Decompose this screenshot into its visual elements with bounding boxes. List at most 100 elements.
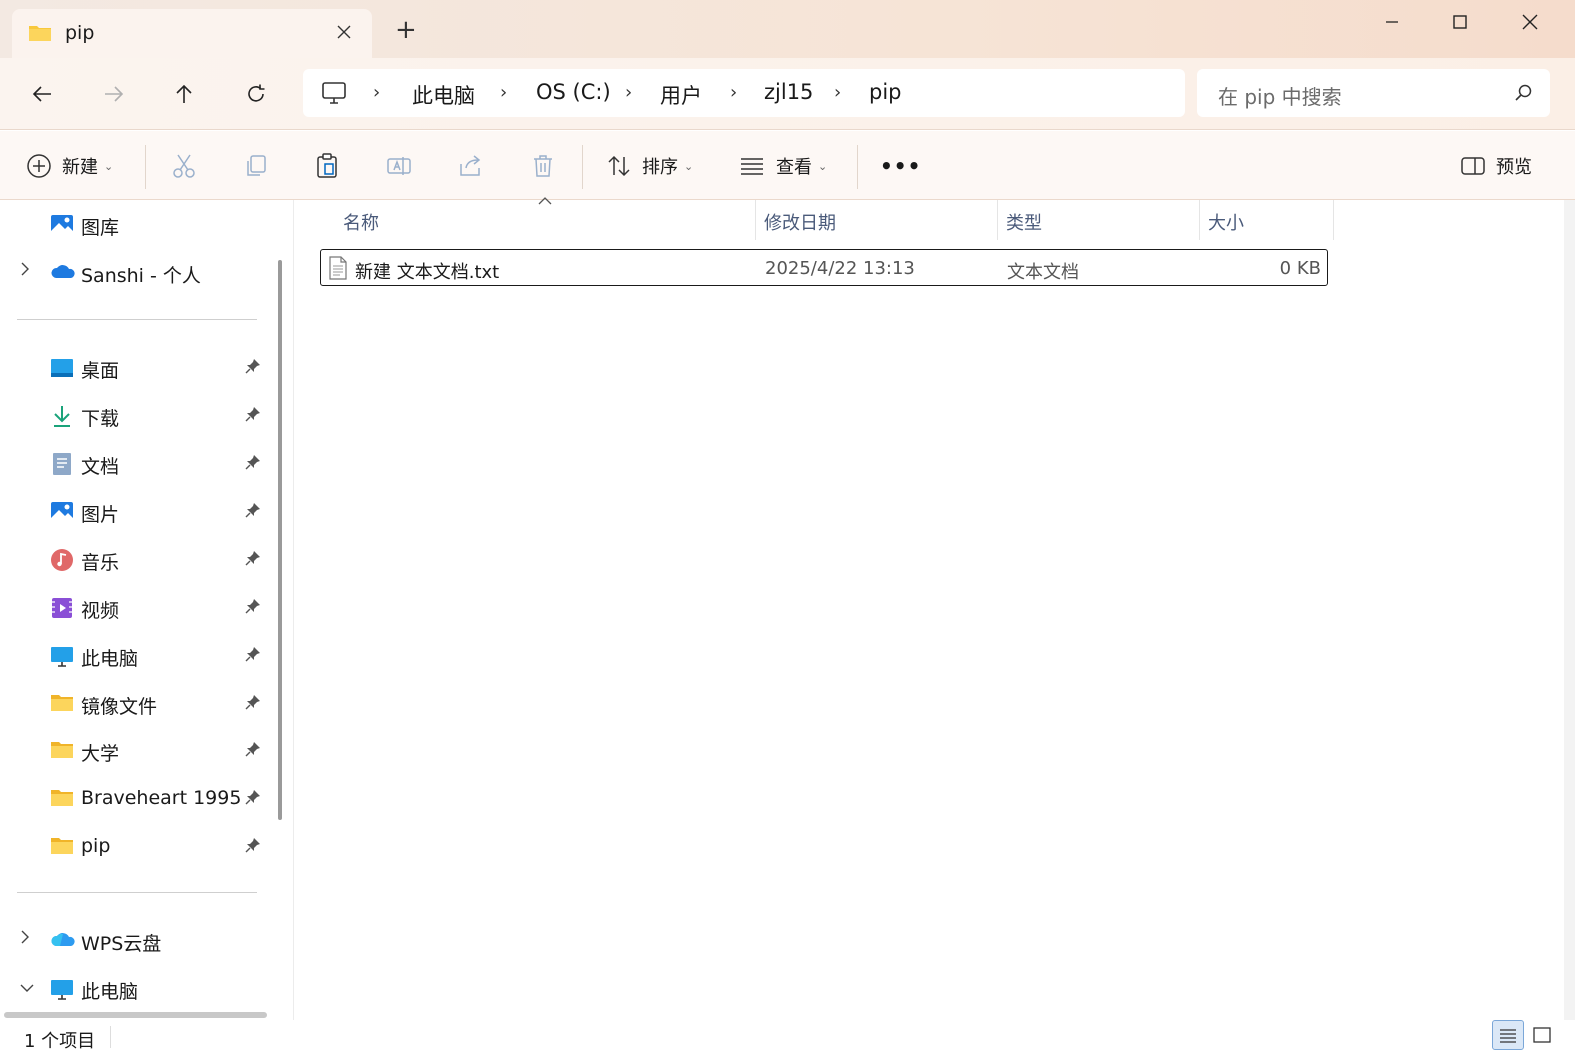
pin-icon[interactable]	[245, 837, 261, 857]
pin-icon[interactable]	[245, 406, 261, 426]
pin-icon[interactable]	[245, 789, 261, 809]
back-button[interactable]	[24, 76, 60, 112]
sidebar-item-documents[interactable]: 文档	[0, 443, 270, 483]
pin-icon[interactable]	[245, 741, 261, 761]
close-window-button[interactable]	[1510, 8, 1550, 36]
list-view-icon	[741, 158, 763, 175]
sidebar-item-pictures[interactable]: 图片	[0, 491, 270, 531]
view-button[interactable]: 查看 ⌄	[738, 151, 827, 181]
sidebar-item-desktop[interactable]: 桌面	[0, 347, 270, 387]
column-header-name[interactable]: 名称	[343, 209, 379, 235]
sidebar-item-gallery[interactable]: 图库	[0, 204, 270, 244]
tiles-view-button[interactable]	[1526, 1020, 1558, 1050]
pin-icon[interactable]	[245, 358, 261, 378]
column-divider[interactable]	[1333, 200, 1334, 240]
breadcrumb-users[interactable]: 用户	[660, 80, 702, 110]
sidebar-scrollbar[interactable]	[278, 260, 282, 820]
breadcrumb-separator: ›	[500, 82, 508, 103]
paste-button[interactable]	[313, 151, 341, 181]
search-box[interactable]: 在 pip 中搜索	[1197, 69, 1550, 117]
minimize-button[interactable]	[1372, 8, 1412, 36]
tiles-view-icon	[1533, 1027, 1551, 1043]
refresh-button[interactable]	[238, 76, 274, 112]
sort-icon	[608, 155, 630, 177]
more-options-button[interactable]: •••	[880, 151, 921, 181]
share-button[interactable]	[457, 151, 485, 181]
chevron-down-icon[interactable]	[20, 981, 34, 997]
sidebar-item-mirror-files[interactable]: 镜像文件	[0, 683, 270, 723]
wps-cloud-icon	[50, 929, 75, 953]
sidebar-item-downloads[interactable]: 下载	[0, 395, 270, 435]
sidebar-item-label: 下载	[81, 408, 120, 430]
desktop-icon	[50, 356, 74, 380]
computer-icon	[321, 81, 347, 109]
sidebar-item-label: 桌面	[81, 360, 120, 382]
sidebar-item-videos[interactable]: 视频	[0, 587, 270, 627]
status-divider	[110, 1026, 111, 1048]
chevron-right-icon[interactable]	[20, 930, 30, 948]
new-tab-button[interactable]: +	[395, 17, 417, 43]
column-header-type[interactable]: 类型	[1006, 209, 1042, 235]
breadcrumb-zjl15[interactable]: zjl15	[764, 80, 813, 104]
file-list: 名称 修改日期 类型 大小 新建 文本文档.txt 2025/4/22 13:1…	[294, 197, 1564, 1020]
search-icon[interactable]	[1514, 83, 1534, 107]
sidebar-item-wps-cloud[interactable]: WPS云盘	[0, 920, 270, 960]
music-icon	[50, 548, 74, 572]
column-header-modified[interactable]: 修改日期	[764, 209, 836, 235]
address-bar[interactable]: › 此电脑 › OS (C:) › 用户 › zjl15 › pip	[303, 69, 1185, 117]
sort-button[interactable]: 排序 ⌄	[606, 151, 693, 181]
pin-icon[interactable]	[245, 598, 261, 618]
sidebar-item-university[interactable]: 大学	[0, 730, 270, 770]
chevron-right-icon[interactable]	[20, 262, 30, 280]
breadcrumb-os-c[interactable]: OS (C:)	[536, 80, 611, 104]
breadcrumb-pip[interactable]: pip	[869, 80, 902, 104]
new-label: 新建	[62, 157, 98, 178]
sort-label: 排序	[642, 157, 678, 178]
up-button[interactable]	[166, 76, 202, 112]
preview-pane-button[interactable]: 预览	[1460, 151, 1532, 181]
pin-icon[interactable]	[245, 550, 261, 570]
sidebar-item-this-pc[interactable]: 此电脑	[0, 968, 270, 1008]
sidebar-item-onedrive[interactable]: Sanshi - 个人	[0, 252, 270, 292]
column-divider[interactable]	[755, 200, 756, 240]
close-icon	[1522, 14, 1538, 30]
pin-icon[interactable]	[245, 502, 261, 522]
forward-button[interactable]	[96, 76, 132, 112]
sidebar-item-this-pc-pinned[interactable]: 此电脑	[0, 635, 270, 675]
toolbar-divider	[857, 145, 858, 189]
rename-button[interactable]	[385, 151, 413, 181]
tab-title: pip	[65, 22, 95, 44]
sidebar-item-braveheart[interactable]: Braveheart 1995 BF	[0, 778, 270, 818]
sidebar-item-label: 音乐	[81, 552, 120, 574]
clipboard-icon	[317, 153, 337, 178]
delete-button[interactable]	[529, 151, 557, 181]
maximize-button[interactable]	[1440, 8, 1480, 36]
sidebar-horizontal-scrollbar[interactable]	[4, 1012, 267, 1018]
file-row[interactable]: 新建 文本文档.txt 2025/4/22 13:13 文本文档 0 KB	[320, 249, 1328, 286]
copy-button[interactable]	[242, 151, 270, 181]
toolbar-divider	[582, 145, 583, 189]
close-tab-icon[interactable]	[336, 21, 352, 46]
column-header-size[interactable]: 大小	[1208, 209, 1244, 235]
details-view-icon	[1500, 1029, 1516, 1043]
scissors-icon	[173, 154, 195, 178]
new-button[interactable]: 新建 ⌄	[26, 151, 113, 181]
sidebar-item-label: Braveheart 1995 BF	[81, 787, 243, 809]
tab-pip[interactable]: pip	[12, 9, 372, 58]
pin-icon[interactable]	[245, 454, 261, 474]
pin-icon[interactable]	[245, 694, 261, 714]
details-view-button[interactable]	[1492, 1020, 1524, 1050]
sidebar-item-pip[interactable]: pip	[0, 826, 270, 866]
file-size: 0 KB	[1279, 258, 1321, 279]
arrow-up-icon	[176, 84, 192, 103]
documents-icon	[50, 452, 74, 476]
sidebar-item-label: 镜像文件	[81, 696, 158, 718]
column-divider[interactable]	[1199, 200, 1200, 240]
pin-icon[interactable]	[245, 646, 261, 666]
rename-icon	[387, 157, 411, 175]
column-divider[interactable]	[997, 200, 998, 240]
breadcrumb-this-pc[interactable]: 此电脑	[412, 80, 475, 110]
cut-button[interactable]	[170, 151, 198, 181]
sidebar-item-music[interactable]: 音乐	[0, 539, 270, 579]
copy-icon	[247, 155, 266, 176]
